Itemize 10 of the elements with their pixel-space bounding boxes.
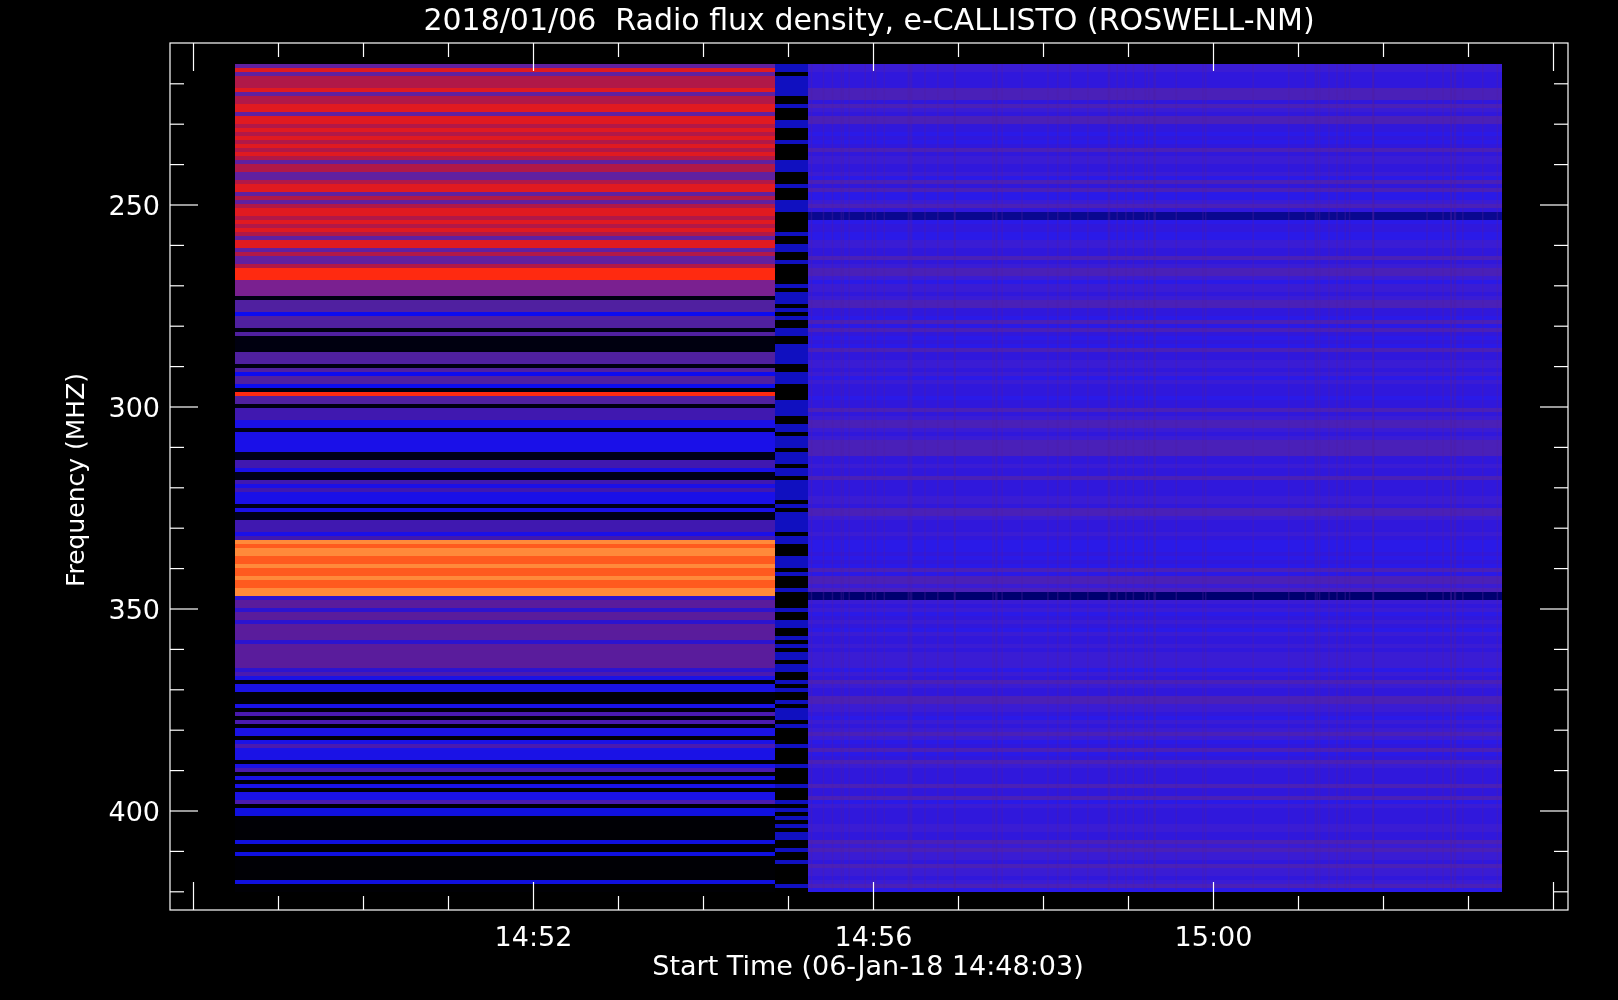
x-axis-label: Start Time (06-Jan-18 14:48:03) <box>652 950 1084 981</box>
y-tick-label: 250 <box>108 190 160 221</box>
y-axis-label: Frequency (MHZ) <box>61 372 90 588</box>
chart-title: 2018/01/06 Radio flux density, e-CALLISTO (ROSWELL-NM) <box>423 2 1315 37</box>
y-tick-label: 350 <box>108 594 160 625</box>
x-tick-label: 14:56 <box>834 921 913 952</box>
y-tick-label: 400 <box>108 796 160 827</box>
y-tick-label: 300 <box>108 392 160 423</box>
x-tick-label: 15:00 <box>1174 921 1253 952</box>
x-tick-label: 14:52 <box>494 921 573 952</box>
